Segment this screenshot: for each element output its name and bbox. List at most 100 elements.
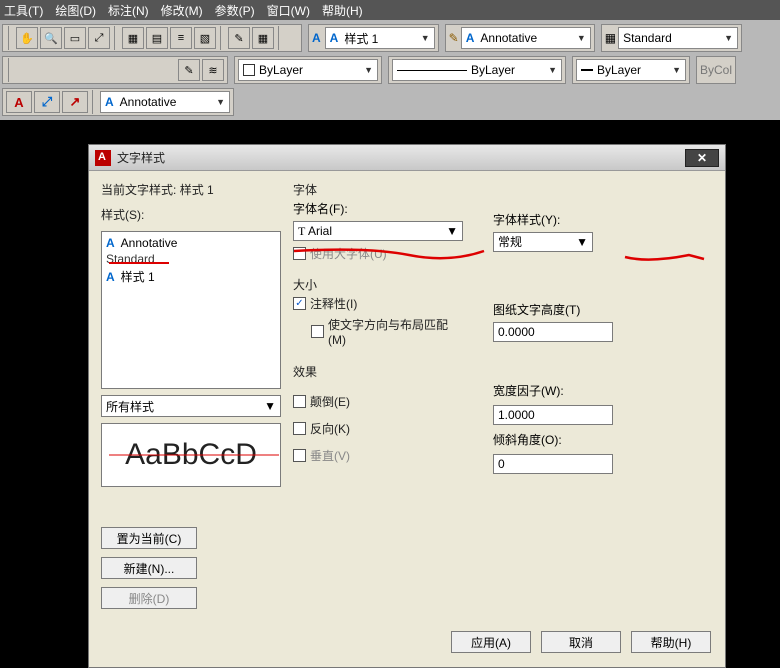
dialog-title: 文字样式 bbox=[117, 149, 679, 166]
brush-icon[interactable]: ✎ bbox=[228, 27, 250, 49]
bigfont-checkbox bbox=[293, 247, 306, 260]
list-item-label: Standard bbox=[106, 252, 155, 266]
set-current-button[interactable]: 置为当前(C) bbox=[101, 527, 197, 549]
layer-icon[interactable]: ▦ bbox=[122, 27, 144, 49]
right-column: 字体 字体名(F): T Arial▼ 使用大字体(U) 字体样式(Y): 常规… bbox=[293, 181, 713, 487]
cancel-button[interactable]: 取消 bbox=[541, 631, 621, 653]
color-dropdown[interactable]: ByLayer▼ bbox=[238, 59, 378, 81]
size-group: 大小 注释性(I) 使文字方向与布局匹配(M) 图纸文字高度(T) 0.0000 bbox=[293, 276, 713, 347]
dim-style-panel: ✎ AAnnotative▼ bbox=[445, 24, 595, 52]
styles-filter-dropdown[interactable]: 所有样式▼ bbox=[101, 395, 281, 417]
annot-style-dropdown[interactable]: AAnnotative▼ bbox=[100, 91, 230, 113]
table-style-value: Standard bbox=[623, 31, 672, 45]
oblique-field[interactable]: 0 bbox=[493, 454, 613, 474]
effects-group-title: 效果 bbox=[293, 363, 713, 380]
annotative-checkbox[interactable] bbox=[293, 297, 306, 310]
width-label: 宽度因子(W): bbox=[493, 382, 613, 399]
zoom-icon[interactable]: 🔍 bbox=[40, 27, 62, 49]
a-icon: A bbox=[312, 31, 321, 45]
paper-height-value: 0.0000 bbox=[498, 325, 535, 339]
styles-label: 样式(S): bbox=[101, 206, 281, 223]
filter-value: 所有样式 bbox=[106, 398, 154, 415]
list-item-label: 样式 1 bbox=[121, 268, 155, 285]
misc-panel: ✎ ≋ bbox=[2, 56, 228, 84]
font-style-dropdown[interactable]: 常规▼ bbox=[493, 232, 593, 252]
properties-icon[interactable]: ≡ bbox=[170, 27, 192, 49]
annot-panel: A ⤢ ↗ AAnnotative▼ bbox=[2, 88, 234, 116]
upside-checkbox[interactable] bbox=[293, 395, 306, 408]
width-value: 1.0000 bbox=[498, 408, 535, 422]
paper-height-label: 图纸文字高度(T) bbox=[493, 301, 613, 318]
menu-params[interactable]: 参数(P) bbox=[215, 2, 255, 19]
list-item[interactable]: Standard bbox=[106, 251, 276, 267]
font-name-dropdown[interactable]: T Arial▼ bbox=[293, 221, 463, 241]
plotstyle-value: ByCol bbox=[700, 63, 732, 77]
toolbar-row-3: A ⤢ ↗ AAnnotative▼ bbox=[0, 86, 780, 118]
color-value: ByLayer bbox=[259, 63, 303, 77]
app-logo-icon bbox=[95, 150, 111, 166]
oblique-label: 倾斜角度(O): bbox=[493, 431, 613, 448]
vertical-checkbox bbox=[293, 449, 306, 462]
table-icon: ▦ bbox=[605, 31, 616, 45]
linetype-value: ByLayer bbox=[471, 63, 515, 77]
text-style-dropdown[interactable]: A样式 1▼ bbox=[325, 27, 435, 49]
effects-group: 效果 颠倒(E) 反向(K) 垂直(V) 宽度因子(W): 1.0000 倾斜角… bbox=[293, 363, 713, 474]
leader-a-icon[interactable]: ↗ bbox=[62, 91, 88, 113]
current-style-value: 样式 1 bbox=[180, 183, 214, 197]
menu-window[interactable]: 窗口(W) bbox=[267, 2, 310, 19]
lineweight-dropdown[interactable]: ByLayer▼ bbox=[576, 59, 686, 81]
menu-annotate[interactable]: 标注(N) bbox=[108, 2, 149, 19]
paper-height-field[interactable]: 0.0000 bbox=[493, 322, 613, 342]
menu-draw[interactable]: 绘图(D) bbox=[55, 2, 96, 19]
menu-help[interactable]: 帮助(H) bbox=[322, 2, 363, 19]
button-column: 置为当前(C) 新建(N)... 删除(D) bbox=[101, 499, 197, 609]
apply-button[interactable]: 应用(A) bbox=[451, 631, 531, 653]
help-button[interactable]: 帮助(H) bbox=[631, 631, 711, 653]
table-style-dropdown[interactable]: Standard▼ bbox=[618, 27, 738, 49]
annot-style-value: Annotative bbox=[120, 95, 177, 109]
dim-icon: ✎ bbox=[449, 31, 459, 45]
dim-style-dropdown[interactable]: AAnnotative▼ bbox=[461, 27, 591, 49]
toolbar-row-1: ✋ 🔍 ▭ ⤢ ▦ ▤ ≡ ▧ ✎ ▦ A A样式 1▼ ✎ AAnnotati… bbox=[0, 22, 780, 54]
preview-box: AaBbCcD bbox=[101, 423, 281, 487]
annotative-label: 注释性(I) bbox=[310, 295, 357, 312]
match-orient-label: 使文字方向与布局匹配(M) bbox=[328, 316, 458, 347]
table-style-panel: ▦ Standard▼ bbox=[601, 24, 742, 52]
dim-a-icon[interactable]: ⤢ bbox=[34, 91, 60, 113]
brush2-icon[interactable]: ✎ bbox=[178, 59, 200, 81]
bigfont-label: 使用大字体(U) bbox=[310, 245, 387, 262]
left-column: 当前文字样式: 样式 1 样式(S): AAnnotative Standard… bbox=[101, 181, 281, 487]
font-group: 字体 字体名(F): T Arial▼ 使用大字体(U) 字体样式(Y): 常规… bbox=[293, 181, 713, 262]
styles-listbox[interactable]: AAnnotative Standard A样式 1 bbox=[101, 231, 281, 389]
current-style-label: 当前文字样式: bbox=[101, 183, 176, 197]
dialog-footer: 应用(A) 取消 帮助(H) bbox=[89, 623, 725, 667]
font-name-value: Arial bbox=[308, 224, 332, 238]
text-style-value: 样式 1 bbox=[344, 30, 378, 47]
list-item-label: Annotative bbox=[121, 236, 178, 250]
pan-icon[interactable]: ✋ bbox=[16, 27, 38, 49]
layer2-icon[interactable]: ▤ bbox=[146, 27, 168, 49]
match-orient-checkbox[interactable] bbox=[311, 325, 324, 338]
menubar: 工具(T) 绘图(D) 标注(N) 修改(M) 参数(P) 窗口(W) 帮助(H… bbox=[0, 0, 780, 20]
dialog-titlebar[interactable]: 文字样式 ✕ bbox=[89, 145, 725, 171]
list-item[interactable]: AAnnotative bbox=[106, 235, 276, 251]
backwards-label: 反向(K) bbox=[310, 420, 350, 437]
new-button[interactable]: 新建(N)... bbox=[101, 557, 197, 579]
linetype-dropdown[interactable]: ByLayer▼ bbox=[392, 59, 562, 81]
text-a-icon[interactable]: A bbox=[6, 91, 32, 113]
menu-tools[interactable]: 工具(T) bbox=[4, 2, 43, 19]
menu-modify[interactable]: 修改(M) bbox=[161, 2, 203, 19]
font-style-label: 字体样式(Y): bbox=[493, 211, 593, 228]
plotstyle-panel: ByCol bbox=[696, 56, 736, 84]
zoom-window-icon[interactable]: ▭ bbox=[64, 27, 86, 49]
upside-label: 颠倒(E) bbox=[310, 393, 350, 410]
list-item[interactable]: A样式 1 bbox=[106, 267, 276, 286]
layers-icon[interactable]: ≋ bbox=[202, 59, 224, 81]
backwards-checkbox[interactable] bbox=[293, 422, 306, 435]
zoom-extents-icon[interactable]: ⤢ bbox=[88, 27, 110, 49]
width-field[interactable]: 1.0000 bbox=[493, 405, 613, 425]
text-style-dialog: 文字样式 ✕ 当前文字样式: 样式 1 样式(S): AAnnotative S… bbox=[88, 144, 726, 668]
close-button[interactable]: ✕ bbox=[685, 149, 719, 167]
sheet-icon[interactable]: ▧ bbox=[194, 27, 216, 49]
calc-icon[interactable]: ▦ bbox=[252, 27, 274, 49]
